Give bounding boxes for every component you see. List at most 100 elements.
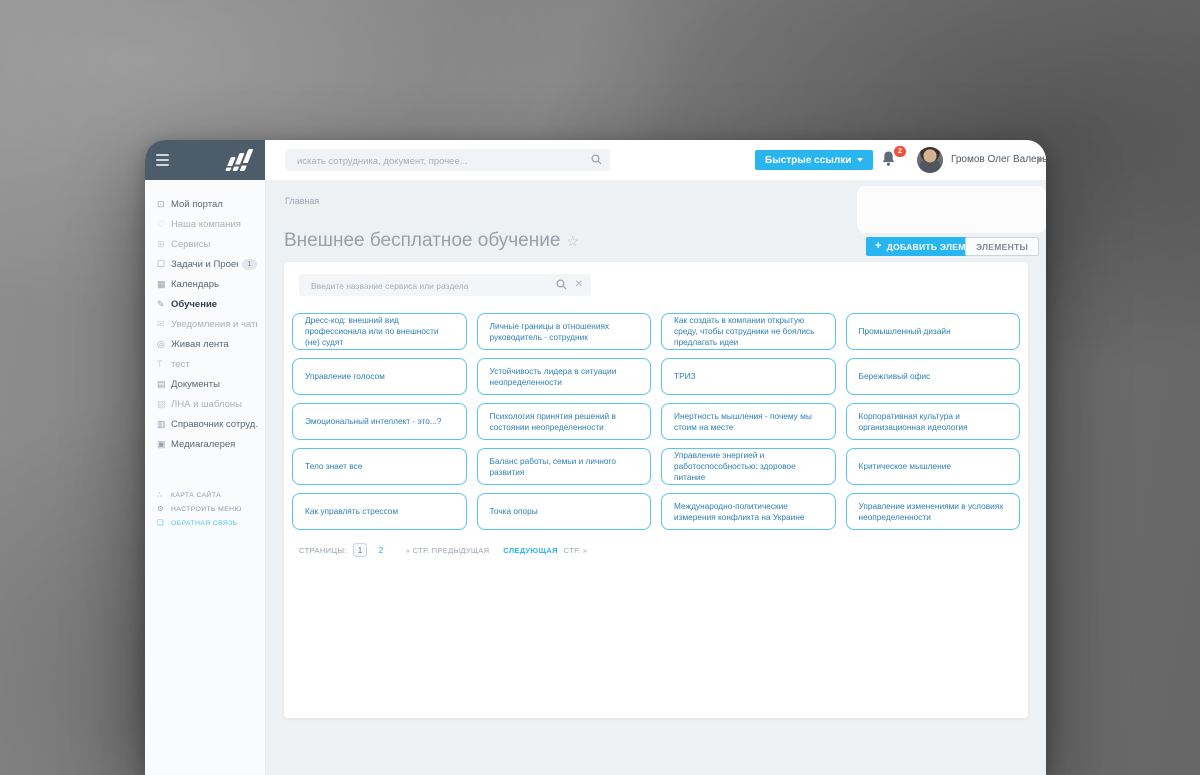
education-icon: ✎ [157,298,165,309]
next-page-link[interactable]: СЛЕДУЮЩАЯ [503,546,557,555]
sidebar-item-calendar[interactable]: ▦ Календарь [145,274,265,294]
sidebar-item-education[interactable]: ✎ Обучение [145,294,265,314]
course-card[interactable]: Тело знает все [292,448,467,485]
documents-icon: ▤ [157,378,166,389]
course-card-title: Баланс работы, семьи и личного развития [489,455,616,477]
course-card[interactable]: Промышленный дизайн [845,313,1020,350]
course-card[interactable]: Баланс работы, семьи и личного развития [476,448,651,485]
course-card[interactable]: Точка опоры [476,493,651,530]
course-card-title: Как создать в компании открытую среду, ч… [674,315,815,347]
course-card-title: Устойчивость лидера в ситуации неопредел… [489,365,617,387]
previous-page-link[interactable]: « СТР. ПРЕДЫДУЩАЯ [406,546,489,555]
sidebar-item-my-portal[interactable]: ⊡ Мой портал [145,194,265,214]
global-search [285,149,610,173]
user-menu[interactable]: Громов Олег Валерь... [951,154,1046,165]
notifications-bell[interactable]: 2 [881,146,906,170]
course-card[interactable]: Личные границы в отношениях руководитель… [476,313,651,350]
sidebar-footer-item-customize-menu[interactable]: ⚙ НАСТРОИТЬ МЕНЮ [145,502,265,516]
user-chevron-down-icon[interactable] [1037,158,1043,162]
clear-filter-icon[interactable]: ✕ [575,278,583,291]
course-card-title: Международно-политические измерения конф… [674,500,805,522]
gallery-icon: ▣ [157,438,166,449]
page-title-text: Внешнее бесплатное обучение [284,230,561,251]
course-card[interactable]: Психология принятия решений в состоянии … [476,403,651,440]
breadcrumb[interactable]: Главная [285,196,319,206]
course-card[interactable]: Как создать в компании открытую среду, ч… [661,313,836,350]
calendar-icon: ▦ [157,278,166,289]
main-content: Главная Внешнее бесплатное обучение ☆ + Д… [265,180,1046,775]
course-card-title: Личные границы в отношениях руководитель… [489,320,610,342]
quick-links-label: Быстрые ссылки [765,154,852,166]
favorite-star-icon[interactable]: ☆ [566,233,579,249]
sidebar-item-label: Документы [171,378,220,390]
course-card-title: Психология принятия решений в состоянии … [489,410,616,432]
page-number-1[interactable]: 1 [352,543,367,557]
sidebar-item-services[interactable]: ⊞ Сервисы [145,234,265,254]
user-avatar[interactable] [917,147,943,173]
course-card-title: Тело знает все [305,461,363,472]
course-card[interactable]: Эмоциональный интеллект - это...? [292,403,467,440]
sidebar-item-live-feed[interactable]: ◎ Живая лента [145,334,265,354]
heart-icon: ♡ [157,218,166,229]
text-icon: T [157,358,163,369]
hamburger-menu-icon[interactable] [156,154,169,166]
sidebar-footer-item-feedback[interactable]: ❑ ОБРАТНАЯ СВЯЗЬ [145,516,265,530]
app-window: Быстрые ссылки 2 Громов Олег Валерь... ⊡… [145,140,1046,775]
sidebar-item-our-company[interactable]: ♡ Наша компания [145,214,265,234]
course-card[interactable]: Дресс-код: внешний вид профессионала или… [292,313,467,350]
course-card-title: Инертность мышления - почему мы стоим на… [674,410,812,432]
elements-label: ЭЛЕМЕНТЫ [976,241,1029,252]
sidebar-footer-item-sitemap[interactable]: ∴ КАРТА САЙТА [145,488,265,502]
course-card[interactable]: Критическое мышление [845,448,1020,485]
sidebar-footer-label: ОБРАТНАЯ СВЯЗЬ [171,519,238,527]
sidebar-item-label: Календарь [171,278,219,290]
sidebar-footer: ∴ КАРТА САЙТА ⚙ НАСТРОИТЬ МЕНЮ ❑ ОБРАТНАЯ СВЯ… [145,488,265,530]
course-card[interactable]: Устойчивость лидера в ситуации неопредел… [476,358,651,395]
course-card[interactable]: Управление изменениями в условиях неопре… [845,493,1020,530]
page-numbers: 12 [352,543,390,557]
sidebar-item-notifications-chats[interactable]: ✉ Уведомления и чаты [145,314,265,334]
document-icon: ☐ [157,258,166,269]
sidebar-menu: ⊡ Мой портал ♡ Наша компания ⊞ Сервисы ☐ Задачи… [145,194,265,454]
course-card-title: Как управлять стрессом [305,506,399,517]
book-icon: ▥ [157,418,166,429]
sidebar-item-tasks-projects[interactable]: ☐ Задачи и Проек... 1 [145,254,265,274]
page-number-2[interactable]: 2 [372,543,390,557]
sidebar-footer-label: КАРТА САЙТА [171,491,222,499]
sidebar-item-test[interactable]: Tтест [145,354,265,374]
course-card[interactable]: Бережливый офис [845,358,1020,395]
global-search-input[interactable] [295,149,584,173]
elements-button[interactable]: ЭЛЕМЕНТЫ [965,237,1040,256]
course-card-title: Корпоративная культура и организационная… [858,410,968,432]
course-card[interactable]: Международно-политические измерения конф… [661,493,836,530]
course-card[interactable]: ТРИЗ [661,358,836,395]
monitor-icon: ⊡ [157,198,165,209]
sidebar-item-label: Задачи и Проек... [171,258,238,270]
sidebar-item-documents[interactable]: ▤ Документы [145,374,265,394]
top-right-panel [857,186,1046,233]
sidebar-item-media-gallery[interactable]: ▣ Медиагалерея [145,434,265,454]
grid-icon: ⊞ [157,238,165,249]
sidebar-item-label: Мой портал [171,198,223,210]
course-card[interactable]: Управление голосом [292,358,467,395]
course-card-title: Критическое мышление [858,461,951,472]
course-card[interactable]: Как управлять стрессом [292,493,467,530]
plus-icon: + [875,240,882,252]
course-card-title: Управление голосом [305,371,385,382]
quick-links-button[interactable]: Быстрые ссылки [755,150,874,170]
pages-label: СТРАНИЦЫ: [299,545,347,555]
course-filter-input[interactable] [309,274,553,298]
course-card-title: Дресс-код: внешний вид профессионала или… [305,315,439,347]
sidebar-item-employee-directory[interactable]: ▥ Справочник сотруд... [145,414,265,434]
pagination: СТРАНИЦЫ: 12 « СТР. ПРЕДЫДУЩАЯ СЛЕДУЮЩАЯ… [299,543,587,557]
sidebar-item-lna-templates[interactable]: ▨ ЛНА и шаблоны [145,394,265,414]
filter-search-icon[interactable] [556,279,567,290]
course-card[interactable]: Управление энергией и работоспособностью… [661,448,836,485]
course-card[interactable]: Корпоративная культура и организационная… [845,403,1020,440]
feedback-icon: ❑ [157,518,164,528]
gear-icon: ⚙ [157,504,164,514]
course-card-title: Точка опоры [489,506,538,517]
course-card-title: Эмоциональный интеллект - это...? [305,416,442,427]
course-card[interactable]: Инертность мышления - почему мы стоим на… [661,403,836,440]
course-card-title: Управление изменениями в условиях неопре… [858,500,1004,522]
